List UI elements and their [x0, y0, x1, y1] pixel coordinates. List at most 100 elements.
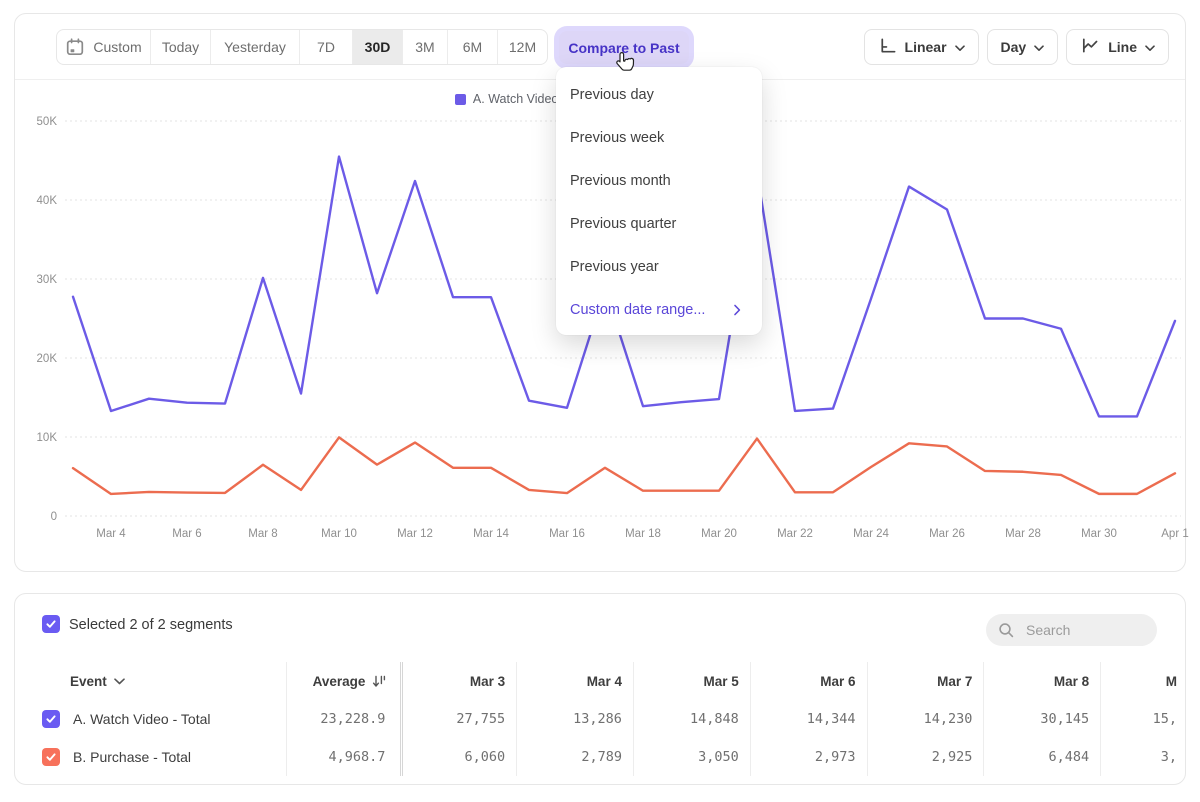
table-header-row: EventAverageMar 3Mar 4Mar 5Mar 6Mar 7Mar…: [15, 662, 1185, 700]
svg-text:10K: 10K: [37, 432, 58, 444]
range-option-label: 6M: [463, 39, 482, 55]
linear-axis-icon: [878, 36, 897, 58]
mouse-cursor-pointer-icon: [612, 50, 636, 82]
range-option-3m[interactable]: 3M: [402, 30, 447, 64]
search-box[interactable]: [986, 614, 1157, 646]
menu-item-label: Previous day: [570, 87, 654, 103]
segments-table: EventAverageMar 3Mar 4Mar 5Mar 6Mar 7Mar…: [15, 662, 1185, 776]
menu-item-custom-date-range[interactable]: Custom date range...: [556, 288, 762, 331]
svg-text:Mar 14: Mar 14: [473, 528, 509, 540]
range-option-30d[interactable]: 30D: [352, 30, 402, 64]
svg-text:40K: 40K: [37, 195, 58, 207]
chevron-down-icon: [1034, 39, 1044, 55]
column-header-mar-5: Mar 5: [634, 662, 751, 700]
cell-value: 2,925: [868, 738, 985, 776]
cell-value: 15,: [1101, 700, 1185, 738]
range-option-7d[interactable]: 7D: [299, 30, 352, 64]
cell-value: 14,230: [868, 700, 985, 738]
range-option-label: Custom: [93, 39, 141, 55]
menu-item-label: Previous month: [570, 173, 671, 189]
column-header-average[interactable]: Average: [287, 662, 404, 700]
range-option-label: Yesterday: [224, 39, 286, 55]
svg-text:Mar 10: Mar 10: [321, 528, 357, 540]
menu-item-previous-day[interactable]: Previous day: [556, 73, 762, 116]
chart-controls: Linear Day Line: [864, 29, 1169, 65]
column-header-mar-8: Mar 8: [984, 662, 1101, 700]
scale-label: Linear: [905, 39, 947, 55]
svg-text:Mar 12: Mar 12: [397, 528, 433, 540]
legend-swatch: [455, 94, 466, 105]
svg-text:Mar 22: Mar 22: [777, 528, 813, 540]
interval-label: Day: [1001, 39, 1027, 55]
range-option-12m[interactable]: 12M: [497, 30, 547, 64]
svg-text:20K: 20K: [37, 353, 58, 365]
range-option-label: 30D: [365, 39, 391, 55]
menu-item-previous-week[interactable]: Previous week: [556, 116, 762, 159]
chart-type-select-button[interactable]: Line: [1066, 29, 1169, 65]
cell-value: 13,286: [517, 700, 634, 738]
range-option-6m[interactable]: 6M: [447, 30, 497, 64]
segments-panel: Selected 2 of 2 segments EventAverageMar…: [14, 593, 1186, 785]
range-option-label: 12M: [509, 39, 536, 55]
table-row: B. Purchase - Total4,968.76,0602,7893,05…: [15, 738, 1185, 776]
column-header-m: M: [1101, 662, 1185, 700]
cell-value: 6,484: [984, 738, 1101, 776]
svg-text:Mar 8: Mar 8: [248, 528, 277, 540]
compare-to-past-menu: Previous day Previous week Previous month P…: [556, 67, 762, 335]
svg-text:Mar 30: Mar 30: [1081, 528, 1117, 540]
menu-item-previous-month[interactable]: Previous month: [556, 159, 762, 202]
svg-text:Apr 1: Apr 1: [1161, 528, 1189, 540]
svg-text:50K: 50K: [37, 116, 58, 128]
range-option-label: 7D: [317, 39, 335, 55]
menu-item-label: Previous week: [570, 130, 664, 146]
cell-value: 27,755: [403, 700, 517, 738]
cell-value: 30,145: [984, 700, 1101, 738]
chevron-down-icon: [955, 39, 965, 55]
segment-checkbox[interactable]: [42, 748, 60, 766]
svg-text:Mar 6: Mar 6: [172, 528, 201, 540]
svg-text:30K: 30K: [37, 274, 58, 286]
column-header-event[interactable]: Event: [15, 662, 287, 700]
svg-text:Mar 4: Mar 4: [96, 528, 126, 540]
column-header-mar-6: Mar 6: [751, 662, 868, 700]
range-option-label: Today: [162, 39, 199, 55]
interval-select-button[interactable]: Day: [987, 29, 1059, 65]
segments-selected-text: Selected 2 of 2 segments: [69, 617, 233, 633]
range-option-custom[interactable]: Custom: [57, 30, 150, 64]
range-option-yesterday[interactable]: Yesterday: [210, 30, 299, 64]
menu-item-previous-quarter[interactable]: Previous quarter: [556, 202, 762, 245]
scale-select-button[interactable]: Linear: [864, 29, 979, 65]
range-option-today[interactable]: Today: [150, 30, 210, 64]
cell-value: 14,344: [751, 700, 868, 738]
average-value: 4,968.7: [287, 738, 404, 776]
range-option-label: 3M: [415, 39, 434, 55]
select-all-checkbox[interactable]: [42, 615, 60, 633]
average-value: 23,228.9: [287, 700, 404, 738]
segment-name: A. Watch Video - Total: [73, 711, 210, 727]
chart-type-label: Line: [1108, 39, 1137, 55]
cell-value: 3,050: [634, 738, 751, 776]
chevron-down-icon: [1145, 39, 1155, 55]
search-icon: [998, 622, 1015, 639]
column-header-mar-7: Mar 7: [868, 662, 985, 700]
svg-text:Mar 26: Mar 26: [929, 528, 965, 540]
cell-value: 3,: [1101, 738, 1185, 776]
svg-text:Mar 18: Mar 18: [625, 528, 661, 540]
search-input[interactable]: [1024, 621, 1145, 639]
menu-item-label: Previous quarter: [570, 216, 676, 232]
column-header-mar-4: Mar 4: [517, 662, 634, 700]
cell-value: 14,848: [634, 700, 751, 738]
cell-value: 6,060: [403, 738, 517, 776]
menu-item-label: Previous year: [570, 259, 659, 275]
cell-value: 2,789: [517, 738, 634, 776]
calendar-icon: [65, 37, 85, 57]
sort-descending-icon: [372, 675, 387, 688]
cell-value: 2,973: [751, 738, 868, 776]
column-header-mar-3: Mar 3: [403, 662, 517, 700]
menu-item-label: Custom date range...: [570, 302, 705, 318]
svg-text:0: 0: [51, 511, 57, 523]
segment-checkbox[interactable]: [42, 710, 60, 728]
svg-text:Mar 24: Mar 24: [853, 528, 889, 540]
menu-item-previous-year[interactable]: Previous year: [556, 245, 762, 288]
svg-text:Mar 20: Mar 20: [701, 528, 737, 540]
